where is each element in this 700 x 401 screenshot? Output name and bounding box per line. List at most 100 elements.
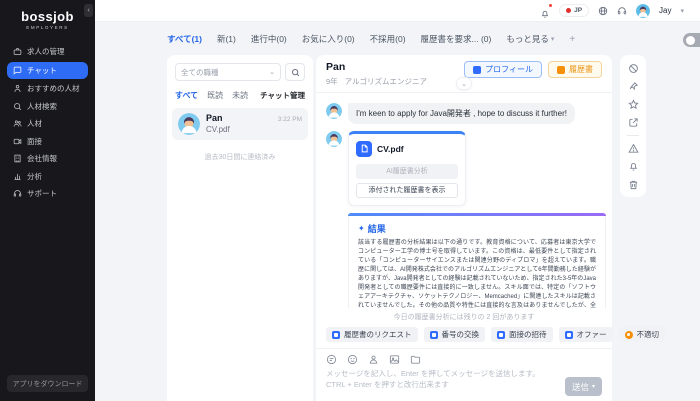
sidebar-collapse-button[interactable]: ‹: [84, 4, 93, 17]
ai-result-card: ✦ 結果 該当する履歴書の分析結果は以下の通りです。教育資格について、応募者は東…: [348, 213, 606, 309]
message-input[interactable]: [326, 368, 558, 392]
briefcase-icon: [13, 47, 22, 56]
sidebar-item-support[interactable]: サポート: [7, 186, 88, 201]
sidebar-item-jobs[interactable]: 求人の管理: [7, 44, 88, 59]
send-button[interactable]: 送信▾: [565, 377, 602, 396]
exchange-number-chip[interactable]: 番号の交換: [424, 327, 486, 342]
collapse-header-button[interactable]: ⌄: [456, 77, 472, 90]
quick-actions-bar: 履歴書のリクエスト 番号の交換 面接の招待 オファー 不適切: [316, 327, 612, 342]
result-title: 結果: [368, 222, 386, 235]
filter-all[interactable]: すべて: [175, 90, 198, 101]
help-widget[interactable]: [683, 33, 700, 47]
search-icon: [291, 68, 300, 77]
sidebar-item-label: チャット: [27, 65, 57, 76]
mute-bell-icon[interactable]: [628, 161, 639, 172]
delete-trash-icon[interactable]: [628, 179, 639, 190]
conversation-header: Pan 9年 アルゴリズムエンジニア プロフィール 履歴書 ⌄: [316, 55, 612, 93]
image-icon[interactable]: [389, 354, 400, 365]
sidebar-item-chat[interactable]: チャット: [7, 62, 88, 79]
job-filter-value: 全ての職種: [181, 67, 219, 78]
block-user-icon[interactable]: [628, 63, 639, 74]
profile-card-icon: [473, 66, 481, 74]
tab-more[interactable]: もっと見る▾: [506, 33, 554, 45]
folder-icon[interactable]: [410, 354, 421, 365]
sidebar-item-label: 人材検索: [27, 101, 57, 112]
locale-label: JP: [574, 7, 582, 14]
message-text: I'm keen to apply for Java開発者 , hope to …: [326, 103, 602, 124]
chat-list-item[interactable]: Pan 3:22 PM CV.pdf: [172, 108, 308, 140]
language-switcher[interactable]: JP: [559, 4, 589, 17]
support-headset-icon[interactable]: [617, 6, 627, 16]
interview-invite-chip[interactable]: 面接の招待: [491, 327, 553, 342]
ai-analysis-button[interactable]: AI履歴書分析: [356, 164, 458, 179]
emoji-icon[interactable]: [347, 354, 358, 365]
sidebar-item-analytics[interactable]: 分析: [7, 169, 88, 184]
video-icon: [13, 137, 22, 146]
globe-icon[interactable]: [598, 6, 608, 16]
request-resume-chip[interactable]: 履歴書のリクエスト: [326, 327, 418, 342]
report-inappropriate-chip[interactable]: 不適切: [619, 327, 666, 342]
sidebar-item-label: 求人の管理: [27, 46, 65, 57]
top-header: JP Jay ▾: [95, 0, 700, 22]
tab-resume-requested[interactable]: 履歴書を要求... (0): [421, 33, 492, 45]
headset-icon: [13, 189, 22, 198]
notification-bell-icon[interactable]: [540, 6, 550, 16]
sparkle-icon: ✦: [358, 224, 365, 233]
cv-file-card: CV.pdf AI履歴書分析 添付された履歴書を表示: [348, 131, 466, 206]
sidebar-item-company-info[interactable]: 会社情報: [7, 151, 88, 166]
candidate-avatar: [178, 113, 200, 135]
chat-item-time: 3:22 PM: [278, 116, 302, 123]
tab-in-progress[interactable]: 進行中(0): [251, 33, 287, 45]
document-icon: [356, 141, 372, 157]
chat-list-filters: すべて 既読 未読 チャット管理: [175, 90, 305, 101]
building-icon: [13, 154, 22, 163]
sidebar-item-interview[interactable]: 面接: [7, 134, 88, 149]
user-avatar[interactable]: [636, 4, 650, 18]
view-resume-button[interactable]: 添付された履歴書を表示: [356, 183, 458, 198]
chevron-down-icon[interactable]: ▾: [680, 7, 684, 15]
sidebar-item-talent[interactable]: 人材: [7, 116, 88, 131]
candidate-experience: 9年: [326, 76, 338, 87]
resume-button[interactable]: 履歴書: [548, 61, 602, 78]
share-icon[interactable]: [628, 117, 639, 128]
sidebar-item-talent-search[interactable]: 人材検索: [7, 99, 88, 114]
offer-chip[interactable]: オファー: [559, 327, 613, 342]
japan-flag-icon: [566, 8, 571, 13]
sidebar-item-recommended-talent[interactable]: おすすめの人材: [7, 81, 88, 96]
tab-all[interactable]: すべて(1): [167, 33, 202, 45]
download-app-button[interactable]: アプリをダウンロード: [7, 375, 88, 392]
resume-request-icon: [332, 331, 340, 339]
report-warning-icon[interactable]: [628, 143, 639, 154]
caret-down-icon: ▾: [551, 35, 555, 43]
sidebar-item-label: 分析: [27, 171, 42, 182]
search-button[interactable]: [285, 63, 305, 81]
job-filter-select[interactable]: 全ての職種 ⌄: [175, 63, 281, 81]
tab-rejected[interactable]: 不採用(0): [370, 33, 406, 45]
pin-icon[interactable]: [628, 81, 639, 92]
tab-new[interactable]: 新(1): [217, 33, 236, 45]
search-icon: [13, 102, 22, 111]
chart-icon: [13, 172, 22, 181]
file-name[interactable]: CV.pdf: [377, 144, 404, 154]
contact-card-icon[interactable]: [368, 354, 379, 365]
chevron-down-icon: ⌄: [269, 68, 275, 76]
quick-phrase-icon[interactable]: [326, 354, 337, 365]
conversation-panel: Pan 9年 アルゴリズムエンジニア プロフィール 履歴書 ⌄ I'm keen…: [316, 55, 612, 401]
conversation-tools-strip: [620, 55, 646, 197]
filter-unread[interactable]: 未読: [232, 90, 248, 101]
add-tab-button[interactable]: +: [569, 34, 575, 45]
sidebar-item-label: サポート: [27, 188, 57, 199]
sidebar-item-label: おすすめの人材: [27, 83, 80, 94]
inappropriate-icon: [625, 331, 633, 339]
chat-manage-link[interactable]: チャット管理: [260, 90, 305, 101]
message-file: CV.pdf AI履歴書分析 添付された履歴書を表示: [326, 131, 602, 206]
brand-logo: bossjob EMPLOYERS ‹: [0, 0, 95, 30]
send-options-caret: ▾: [592, 383, 595, 390]
result-body: 該当する履歴書の分析結果は以下の通りです。教育資格について、応募者は東京大学でコ…: [358, 239, 596, 309]
filter-read[interactable]: 既読: [207, 90, 223, 101]
star-icon[interactable]: [628, 99, 639, 110]
profile-button[interactable]: プロフィール: [464, 61, 542, 78]
tab-favorites[interactable]: お気に入り(0): [302, 33, 355, 45]
message-bubble: I'm keen to apply for Java開発者 , hope to …: [348, 103, 575, 124]
candidate-avatar: [326, 131, 342, 147]
